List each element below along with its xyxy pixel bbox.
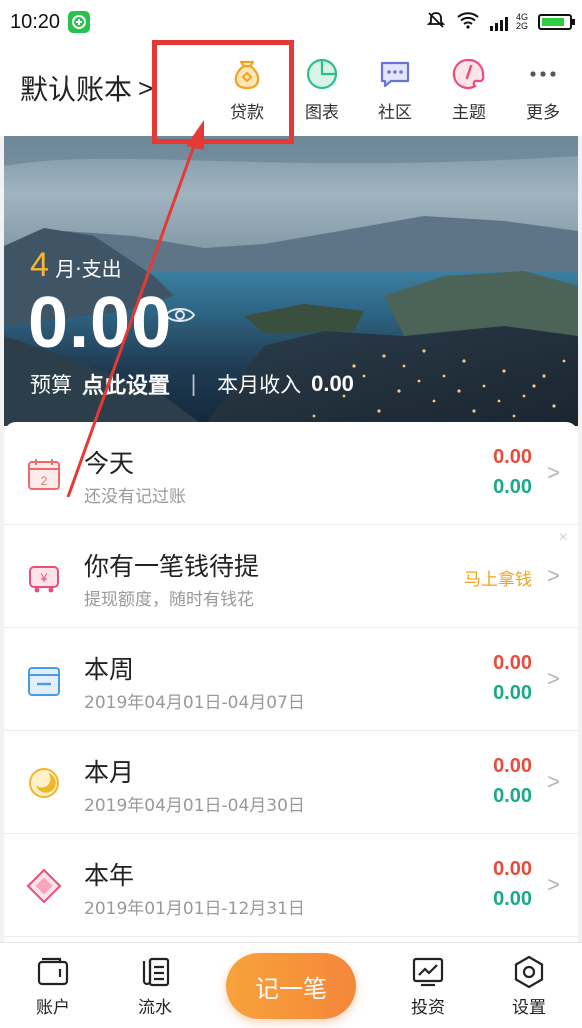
nav-theme[interactable]: 主题 xyxy=(434,56,504,123)
calendar-icon: 2 xyxy=(28,459,60,490)
row-subtitle: 还没有记过账 xyxy=(84,487,186,507)
tab-invest-label: 投资 xyxy=(411,998,445,1018)
budget-set-link[interactable]: 点此设置 xyxy=(82,368,170,400)
expense-value: 0.00 xyxy=(493,446,532,468)
income-value: 0.00 xyxy=(493,682,532,704)
list-item-year[interactable]: 本年 2019年01月01日-12月31日 0.00 0.00 > xyxy=(4,834,578,937)
expense-value: 0.00 xyxy=(493,858,532,880)
tab-account[interactable]: 账户 xyxy=(18,955,88,1018)
row-subtitle: 2019年04月01日-04月30日 xyxy=(84,796,305,816)
svg-text:¥: ¥ xyxy=(40,571,48,585)
get-money-link[interactable]: 马上拿钱 xyxy=(464,565,532,590)
bottom-tab-bar: 账户 流水 记一笔 投资 设置 xyxy=(0,942,582,1028)
list-item-week[interactable]: 本周 2019年04月01日-04月07日 0.00 0.00 > xyxy=(4,628,578,731)
row-title: 本周 xyxy=(84,655,135,684)
signal-icon: 4G 2G xyxy=(489,13,528,31)
list-item-today[interactable]: 2 今天 还没有记过账 0.00 0.00 > xyxy=(4,422,578,525)
settings-hexagon-icon xyxy=(514,955,544,989)
nav-chart-label: 图表 xyxy=(305,103,339,123)
list-item-month[interactable]: 本月 2019年04月01日-04月30日 0.00 0.00 > xyxy=(4,731,578,834)
income-value: 0.00 xyxy=(493,476,532,498)
expense-value: 0.00 xyxy=(493,755,532,777)
row-subtitle: 2019年01月01日-12月31日 xyxy=(84,899,305,919)
row-title: 你有一笔钱待提 xyxy=(84,552,260,581)
more-dots-icon xyxy=(530,71,556,77)
moon-icon xyxy=(29,768,59,798)
chevron-right-icon: > xyxy=(547,769,560,794)
calendar-day: 2 xyxy=(41,474,48,488)
chat-icon xyxy=(380,61,410,88)
income-label: 本月收入 xyxy=(217,373,302,397)
tab-flow-label: 流水 xyxy=(138,998,172,1018)
battery-icon xyxy=(538,14,575,30)
row-title: 今天 xyxy=(84,449,135,478)
diamond-icon xyxy=(26,868,62,904)
nav-more-label: 更多 xyxy=(526,103,560,123)
mute-bell-icon xyxy=(426,10,446,35)
row-subtitle: 2019年04月01日-04月07日 xyxy=(84,693,305,713)
nav-community[interactable]: 社区 xyxy=(360,56,430,123)
chevron-right-icon: > xyxy=(547,460,560,485)
income-value: 0.00 xyxy=(311,371,354,396)
wallet-icon xyxy=(37,957,69,986)
tab-account-label: 账户 xyxy=(36,998,70,1018)
row-title: 本月 xyxy=(84,758,135,787)
month-expense-amount: 0.00 xyxy=(28,283,173,363)
nav-more[interactable]: 更多 xyxy=(508,56,578,123)
tab-settings[interactable]: 设置 xyxy=(494,955,564,1018)
income-value: 0.00 xyxy=(493,785,532,807)
tab-invest[interactable]: 投资 xyxy=(393,955,463,1018)
nav-theme-label: 主题 xyxy=(452,103,486,123)
income-value: 0.00 xyxy=(493,888,532,910)
list-flow-icon xyxy=(142,957,170,987)
period-summary-list: 2 今天 还没有记过账 0.00 0.00 > ¥ 你有一笔钱待提 提现额度，随… xyxy=(4,422,578,942)
pie-chart-icon xyxy=(306,58,338,90)
chevron-right-icon: > xyxy=(138,72,154,103)
budget-row: 预算 点此设置 | 本月收入 0.00 xyxy=(30,368,354,400)
trend-chart-icon xyxy=(412,957,444,987)
row-title: 本年 xyxy=(84,861,135,890)
chevron-right-icon: > xyxy=(547,563,560,588)
nav-chart[interactable]: 图表 xyxy=(287,56,357,123)
account-book-title: 默认账本 xyxy=(20,73,133,106)
account-book-selector[interactable]: 默认账本 > xyxy=(20,68,153,108)
network-2g-label: 2G xyxy=(515,21,528,31)
divider: | xyxy=(190,372,198,396)
budget-label: 预算 xyxy=(30,373,72,397)
week-calendar-icon xyxy=(28,667,60,696)
chevron-right-icon: > xyxy=(547,872,560,897)
month-expense-label: 4 月·支出 xyxy=(30,246,122,285)
highlight-box xyxy=(152,40,294,144)
month-expense-text: 月·支出 xyxy=(55,257,122,281)
record-entry-button[interactable]: 记一笔 xyxy=(226,953,356,1019)
chevron-right-icon: > xyxy=(547,666,560,691)
nav-community-label: 社区 xyxy=(378,103,412,123)
summary-banner: 4 月·支出 0.00 预算 点此设置 | 本月收入 0.00 xyxy=(4,136,578,426)
close-icon[interactable]: × xyxy=(559,529,568,547)
palette-icon xyxy=(452,58,485,89)
cash-cart-icon: ¥ xyxy=(29,566,59,593)
status-bar: 10:20 4G 2G xyxy=(0,0,582,44)
status-time: 10:20 xyxy=(10,10,61,33)
eye-icon[interactable] xyxy=(164,304,196,326)
wifi-icon xyxy=(456,11,480,34)
tab-settings-label: 设置 xyxy=(512,998,546,1018)
tab-flow[interactable]: 流水 xyxy=(120,955,190,1018)
list-item-loan-promo[interactable]: ¥ 你有一笔钱待提 提现额度，随时有钱花 马上拿钱 > × xyxy=(4,525,578,628)
month-number: 4 xyxy=(30,246,49,284)
expense-value: 0.00 xyxy=(493,652,532,674)
app-notification-icon xyxy=(68,11,91,33)
row-subtitle: 提现额度，随时有钱花 xyxy=(84,590,254,610)
